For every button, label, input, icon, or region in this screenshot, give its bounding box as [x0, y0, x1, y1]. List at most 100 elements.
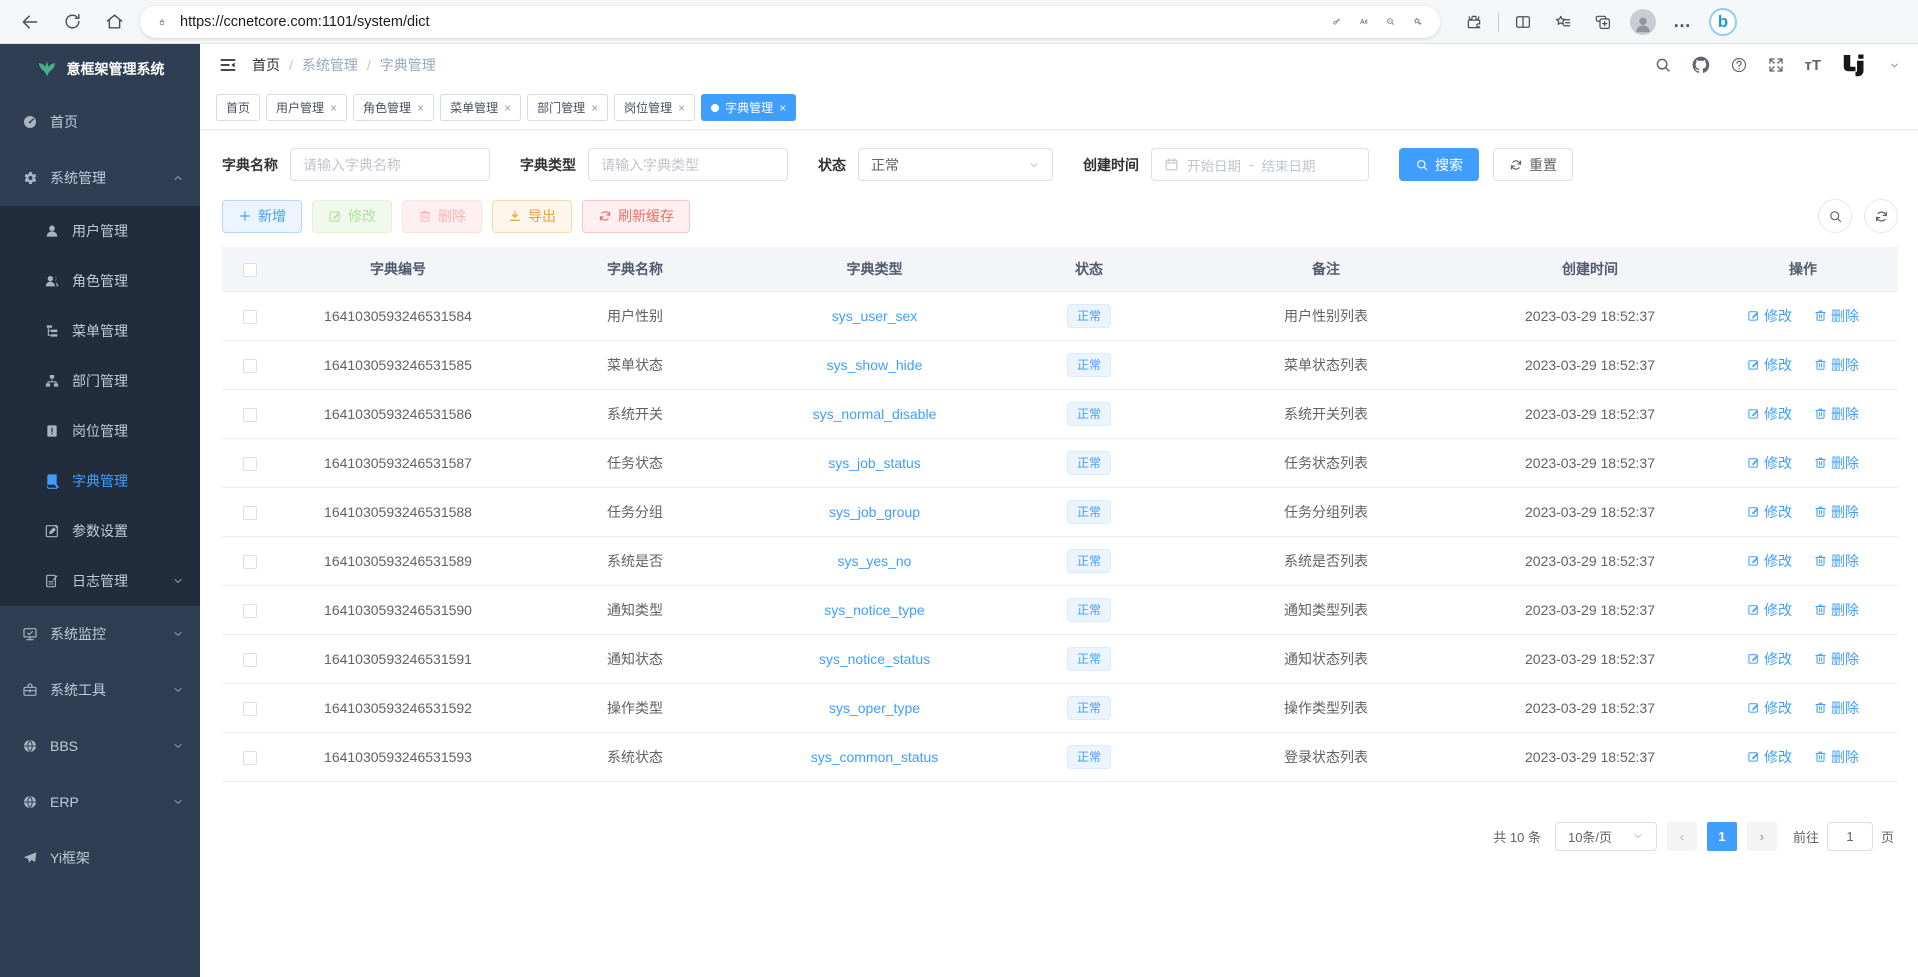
dict-type-link[interactable]: sys_oper_type: [829, 700, 920, 716]
goto-page-input[interactable]: [1828, 829, 1872, 844]
sidebar-item-system-tools[interactable]: 系统工具: [0, 662, 200, 718]
tab-post-management[interactable]: 岗位管理×: [614, 94, 695, 121]
favorites-icon[interactable]: [1547, 6, 1579, 38]
row-checkbox[interactable]: [243, 506, 257, 520]
row-edit-button[interactable]: 修改: [1747, 502, 1792, 522]
row-delete-button[interactable]: 删除: [1814, 306, 1859, 326]
app-logo[interactable]: 意框架管理系统: [0, 44, 200, 94]
close-icon[interactable]: ×: [678, 101, 685, 115]
status-select[interactable]: 正常: [858, 148, 1053, 181]
user-avatar-logo[interactable]: [1840, 50, 1870, 80]
sidebar-item-erp[interactable]: ERP: [0, 774, 200, 830]
row-edit-button[interactable]: 修改: [1747, 747, 1792, 767]
fullscreen-icon[interactable]: [1767, 56, 1785, 74]
close-icon[interactable]: ×: [330, 101, 337, 115]
date-range-picker[interactable]: 开始日期 - 结束日期: [1151, 148, 1369, 181]
delete-button[interactable]: 删除: [402, 200, 482, 233]
dict-type-link[interactable]: sys_notice_status: [819, 651, 930, 667]
tab-dict-management[interactable]: 字典管理×: [701, 94, 796, 121]
edit-button[interactable]: 修改: [312, 200, 392, 233]
dict-type-link[interactable]: sys_job_group: [829, 504, 920, 520]
row-edit-button[interactable]: 修改: [1747, 698, 1792, 718]
add-favorite-icon[interactable]: [1409, 13, 1426, 30]
row-delete-button[interactable]: 删除: [1814, 698, 1859, 718]
dict-type-link[interactable]: sys_yes_no: [838, 553, 912, 569]
sidebar-item-dict-management[interactable]: 字典管理: [0, 456, 200, 506]
sidebar-item-yi-framework[interactable]: Yi框架: [0, 830, 200, 886]
prev-page-button[interactable]: ‹: [1667, 822, 1697, 851]
password-key-icon[interactable]: [1328, 13, 1345, 30]
dict-type-link[interactable]: sys_common_status: [811, 749, 939, 765]
reset-button[interactable]: 重置: [1493, 148, 1573, 181]
close-icon[interactable]: ×: [591, 101, 598, 115]
read-aloud-icon[interactable]: [1355, 13, 1372, 30]
row-delete-button[interactable]: 删除: [1814, 502, 1859, 522]
tab-user-management[interactable]: 用户管理×: [266, 94, 347, 121]
row-delete-button[interactable]: 删除: [1814, 600, 1859, 620]
tab-role-management[interactable]: 角色管理×: [353, 94, 434, 121]
row-delete-button[interactable]: 删除: [1814, 404, 1859, 424]
tab-department-management[interactable]: 部门管理×: [527, 94, 608, 121]
sidebar-item-log-management[interactable]: 日志管理: [0, 556, 200, 606]
refresh-table-button[interactable]: [1864, 199, 1898, 233]
search-icon[interactable]: [1654, 56, 1672, 74]
row-edit-button[interactable]: 修改: [1747, 404, 1792, 424]
search-button[interactable]: 搜索: [1399, 148, 1479, 181]
caret-down-icon[interactable]: [1889, 60, 1900, 71]
dict-type-link[interactable]: sys_notice_type: [824, 602, 924, 618]
export-button[interactable]: 导出: [492, 200, 572, 233]
current-page-button[interactable]: 1: [1707, 822, 1737, 851]
row-delete-button[interactable]: 删除: [1814, 551, 1859, 571]
bing-copilot-icon[interactable]: b: [1707, 6, 1739, 38]
sidebar-item-bbs[interactable]: BBS: [0, 718, 200, 774]
sidebar-item-user-management[interactable]: 用户管理: [0, 206, 200, 256]
browser-settings-menu-icon[interactable]: …: [1667, 6, 1699, 38]
row-checkbox[interactable]: [243, 457, 257, 471]
extensions-icon[interactable]: [1458, 6, 1490, 38]
font-size-icon[interactable]: ᴛT: [1804, 57, 1821, 74]
close-icon[interactable]: ×: [779, 101, 786, 115]
zoom-out-icon[interactable]: [1382, 13, 1399, 30]
help-icon[interactable]: [1730, 56, 1748, 74]
sidebar-item-role-management[interactable]: 角色管理: [0, 256, 200, 306]
row-edit-button[interactable]: 修改: [1747, 453, 1792, 473]
browser-profile-avatar[interactable]: [1627, 6, 1659, 38]
row-edit-button[interactable]: 修改: [1747, 355, 1792, 375]
dict-type-link[interactable]: sys_show_hide: [827, 357, 923, 373]
dict-type-link[interactable]: sys_normal_disable: [813, 406, 937, 422]
breadcrumb-home[interactable]: 首页: [252, 55, 280, 75]
close-icon[interactable]: ×: [504, 101, 511, 115]
row-edit-button[interactable]: 修改: [1747, 600, 1792, 620]
refresh-cache-button[interactable]: 刷新缓存: [582, 200, 690, 233]
sidebar-collapse-icon[interactable]: [218, 55, 238, 75]
row-edit-button[interactable]: 修改: [1747, 649, 1792, 669]
row-checkbox[interactable]: [243, 555, 257, 569]
sidebar-item-menu-management[interactable]: 菜单管理: [0, 306, 200, 356]
tab-menu-management[interactable]: 菜单管理×: [440, 94, 521, 121]
select-all-checkbox[interactable]: [243, 263, 257, 277]
sidebar-item-home[interactable]: 首页: [0, 94, 200, 150]
split-screen-icon[interactable]: [1507, 6, 1539, 38]
row-delete-button[interactable]: 删除: [1814, 355, 1859, 375]
row-delete-button[interactable]: 删除: [1814, 747, 1859, 767]
dict-type-input[interactable]: [601, 157, 775, 173]
row-delete-button[interactable]: 删除: [1814, 649, 1859, 669]
sidebar-item-system-management[interactable]: 系统管理: [0, 150, 200, 206]
github-icon[interactable]: [1691, 55, 1711, 75]
row-checkbox[interactable]: [243, 653, 257, 667]
sidebar-item-parameter-settings[interactable]: 参数设置: [0, 506, 200, 556]
dict-name-input[interactable]: [303, 157, 477, 173]
add-button[interactable]: 新增: [222, 200, 302, 233]
row-checkbox[interactable]: [243, 604, 257, 618]
sidebar-item-post-management[interactable]: 岗位管理: [0, 406, 200, 456]
browser-back-button[interactable]: [14, 6, 46, 38]
row-checkbox[interactable]: [243, 359, 257, 373]
next-page-button[interactable]: ›: [1747, 822, 1777, 851]
row-checkbox[interactable]: [243, 310, 257, 324]
row-delete-button[interactable]: 删除: [1814, 453, 1859, 473]
collections-icon[interactable]: [1587, 6, 1619, 38]
row-checkbox[interactable]: [243, 702, 257, 716]
row-checkbox[interactable]: [243, 408, 257, 422]
row-edit-button[interactable]: 修改: [1747, 551, 1792, 571]
browser-refresh-button[interactable]: [56, 6, 88, 38]
